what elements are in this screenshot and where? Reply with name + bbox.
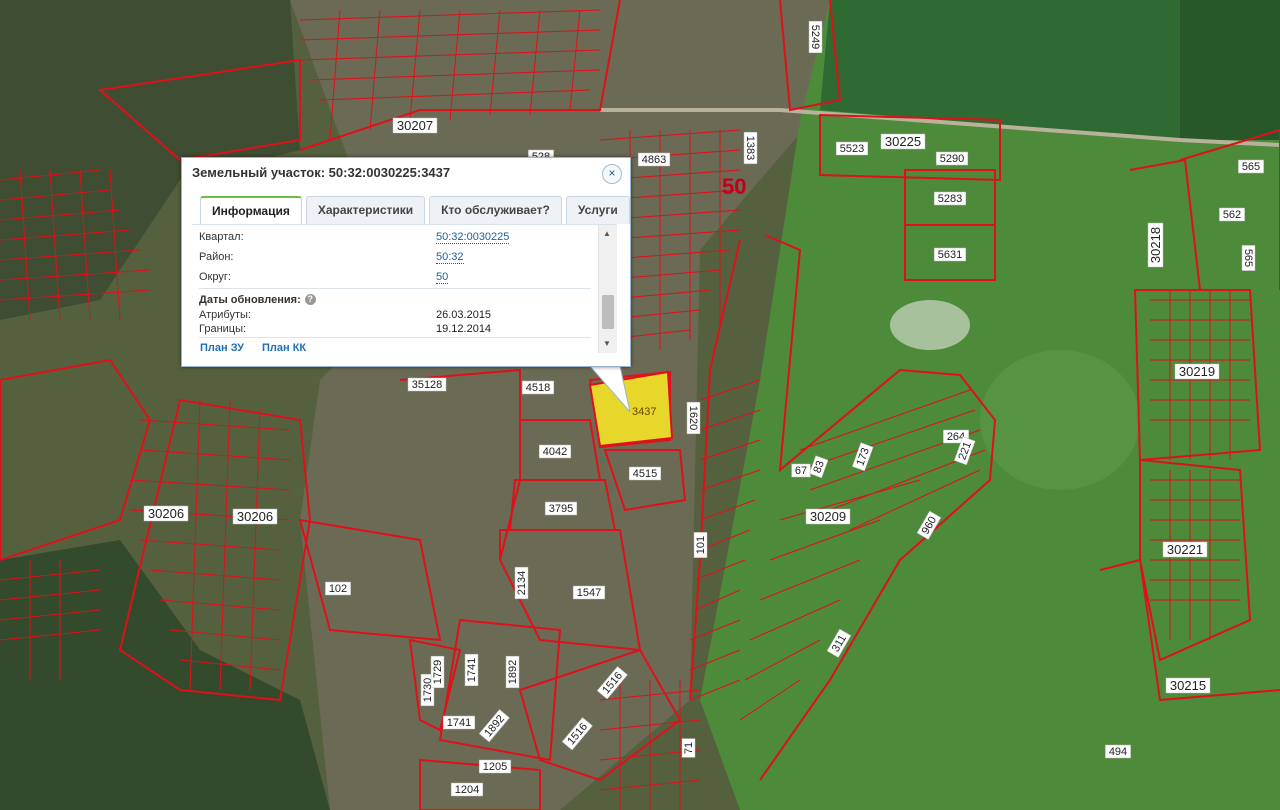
parcel-label: 1729 <box>432 660 444 684</box>
parcel-label: 5290 <box>940 153 964 165</box>
tab-information[interactable]: Информация <box>200 196 302 224</box>
parcel-label: 5249 <box>809 25 821 49</box>
field-value-quarter[interactable]: 50:32:0030225 <box>436 231 510 244</box>
parcel-label: 1741 <box>466 658 478 682</box>
parcel-label: 102 <box>329 583 347 595</box>
quarter-label: 30207 <box>397 118 433 133</box>
close-icon[interactable]: × <box>602 164 622 184</box>
cloud <box>890 300 970 350</box>
parcel-label: 2134 <box>516 571 528 595</box>
parcel-info-popup: Земельный участок: 50:32:0030225:3437 × … <box>181 157 631 367</box>
popup-title: Земельный участок: 50:32:0030225:3437 <box>192 165 451 180</box>
quarter-label: 30206 <box>148 506 184 521</box>
popup-content: Квартал: 50:32:0030225 Район: 50:32 Окру… <box>192 224 617 357</box>
parcel-label: 565 <box>1242 249 1254 267</box>
parcel-label: 4863 <box>642 154 666 166</box>
update-value-attributes: 26.03.2015 <box>436 309 492 321</box>
field-label-quarter: Квартал: <box>199 231 244 243</box>
quarter-label: 30218 <box>1148 227 1163 263</box>
field-value-okrug[interactable]: 50 <box>436 271 449 284</box>
quarter-label: 30225 <box>885 134 921 149</box>
parcel-label: 1204 <box>455 784 479 796</box>
popup-scrollbar[interactable]: ▲ ▼ <box>598 225 617 353</box>
parcel-label: 565 <box>1242 161 1260 173</box>
quarter-label: 30206 <box>237 509 273 524</box>
parcel-label: 4515 <box>633 468 657 480</box>
parcel-label: 67 <box>795 465 807 477</box>
tab-services[interactable]: Услуги <box>565 196 630 224</box>
divider <box>199 337 591 338</box>
parcel-label: 1547 <box>577 587 601 599</box>
scroll-thumb[interactable] <box>602 295 614 329</box>
parcel-label: 562 <box>1223 209 1241 221</box>
parcel-label: 494 <box>1109 746 1127 758</box>
plan-kk-link[interactable]: План КК <box>262 342 306 354</box>
update-value-borders: 19.12.2014 <box>436 323 492 335</box>
field-value-district[interactable]: 50:32 <box>436 251 464 264</box>
updates-header: Даты обновления:? <box>199 294 316 306</box>
parcel-label: 71 <box>683 742 695 754</box>
parcel-label: 1741 <box>447 717 471 729</box>
popup-tabs: Информация Характеристики Кто обслуживае… <box>200 196 630 224</box>
quarter-label: 30215 <box>1170 678 1206 693</box>
parcel-label: 101 <box>695 536 707 554</box>
parcel-label: 4042 <box>543 446 567 458</box>
field-circle <box>980 350 1140 490</box>
plan-zu-link[interactable]: План ЗУ <box>200 342 244 354</box>
parcel-label: 4518 <box>526 382 550 394</box>
parcel-label: 5523 <box>840 143 864 155</box>
quarter-label: 30209 <box>810 509 846 524</box>
parcel-label: 1892 <box>507 660 519 684</box>
quarter-label: 30221 <box>1167 542 1203 557</box>
parcel-label: 3795 <box>549 503 573 515</box>
help-icon[interactable]: ? <box>304 294 316 305</box>
parcel-label: 1205 <box>483 761 507 773</box>
field-label-district: Район: <box>199 251 234 263</box>
updates-header-text: Даты обновления: <box>199 294 301 306</box>
region-label: 50 <box>722 174 746 199</box>
forest-area <box>1180 0 1280 140</box>
tab-who-serves[interactable]: Кто обслуживает? <box>429 196 562 224</box>
update-label-attributes: Атрибуты: <box>199 309 251 321</box>
scroll-up-icon[interactable]: ▲ <box>603 229 611 238</box>
quarter-label: 30219 <box>1179 364 1215 379</box>
divider <box>199 288 591 289</box>
parcel-label: 1620 <box>687 406 699 430</box>
tab-characteristics[interactable]: Характеристики <box>305 196 426 224</box>
scroll-down-icon[interactable]: ▼ <box>603 339 611 348</box>
parcel-label: 5631 <box>938 249 962 261</box>
parcel-label: 35128 <box>412 379 443 391</box>
parcel-label: 5283 <box>938 193 962 205</box>
cadastral-map[interactable]: 3437 50 30207302253021830219302213021530… <box>0 0 1280 810</box>
parcel-label: 1383 <box>744 136 756 160</box>
field-label-okrug: Округ: <box>199 271 231 283</box>
popup-pointer <box>590 366 631 413</box>
update-label-borders: Границы: <box>199 323 247 335</box>
